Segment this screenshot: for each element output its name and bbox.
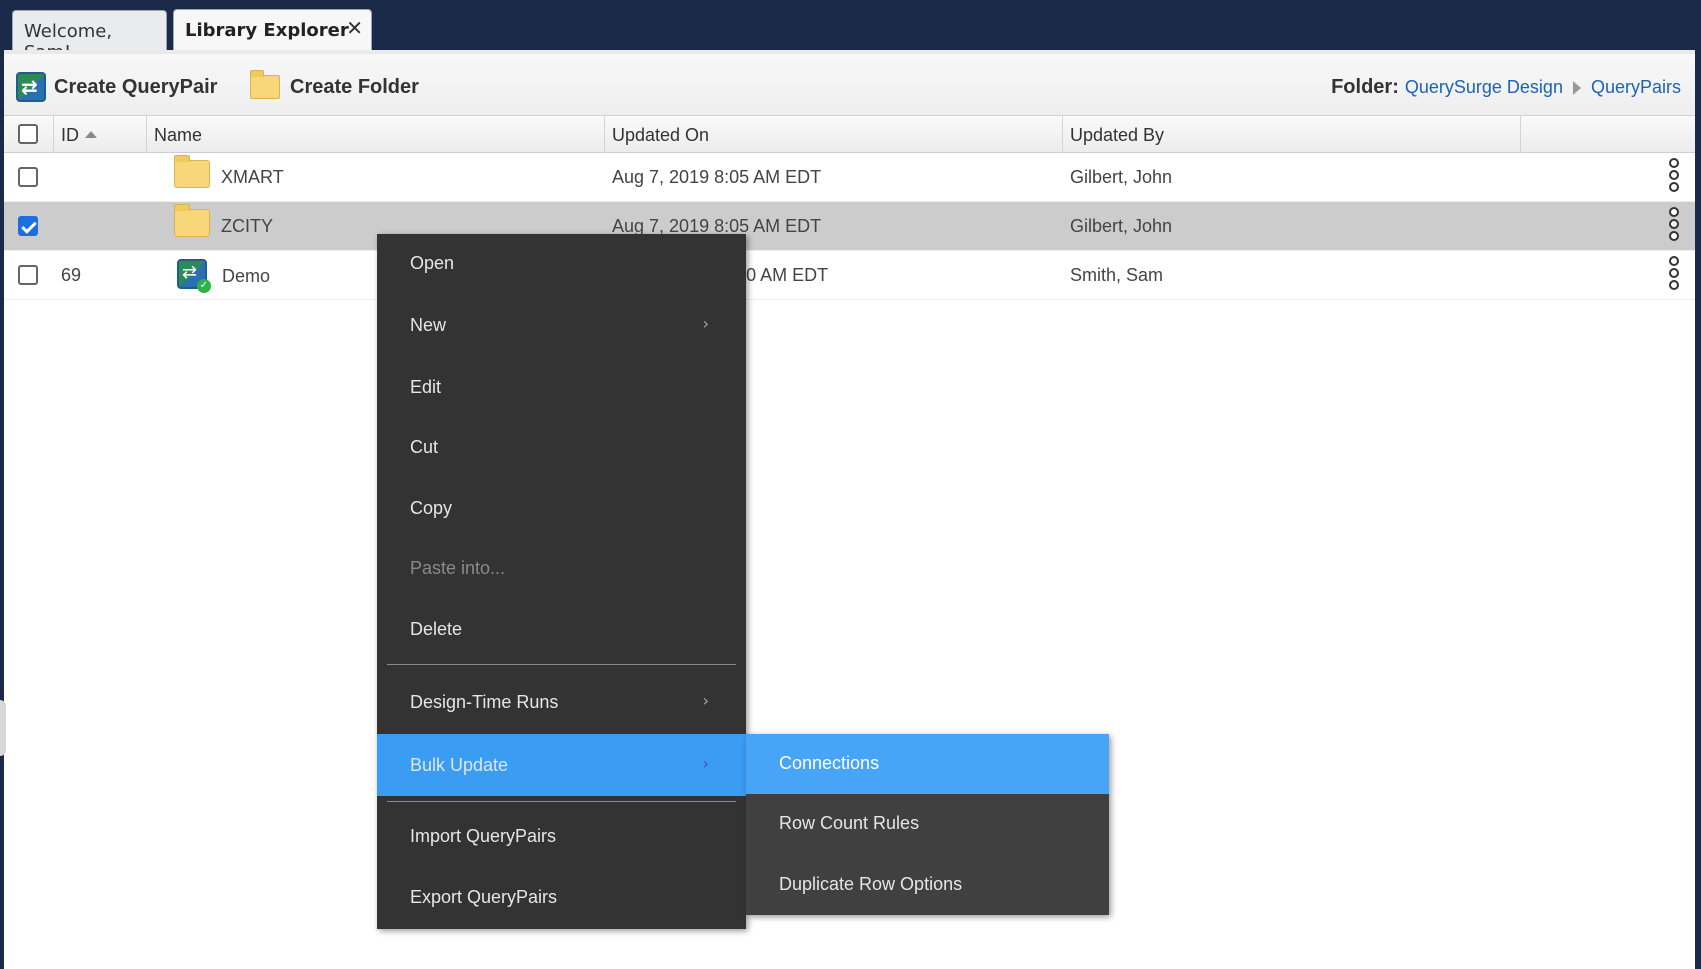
menu-item-edit[interactable]: Edit [377,358,746,416]
row-updated-by: Gilbert, John [1070,167,1173,187]
create-querypair-button[interactable]: Create QueryPair [16,72,217,102]
column-id-label: ID [61,125,79,145]
menu-item-import-querypairs[interactable]: Import QueryPairs [377,807,746,865]
submenu-item-row-count-rules[interactable]: Row Count Rules [746,794,1109,854]
querypair-icon [16,72,46,102]
row-updated-by: Smith, Sam [1070,265,1164,285]
menu-item-open[interactable]: Open [377,234,746,292]
menu-item-label: Cut [410,437,439,457]
column-header-updated-on[interactable]: Updated On [605,116,1063,153]
submenu-item-label: Duplicate Row Options [779,874,963,894]
menu-item-label: New [410,315,447,335]
row-actions-icon[interactable] [1669,256,1679,290]
row-name[interactable]: Demo [222,266,270,286]
header-select-all [4,116,54,153]
menu-item-label: Bulk Update [410,755,509,775]
menu-item-design-time-runs[interactable]: Design-Time Runs › [377,673,746,731]
menu-item-cut[interactable]: Cut [377,418,746,476]
row-name[interactable]: XMART [221,167,284,187]
sort-ascending-icon [85,131,97,138]
create-folder-label: Create Folder [290,75,419,98]
breadcrumb: Folder: QuerySurge Design QueryPairs [1331,76,1681,99]
menu-item-label: Delete [410,619,463,639]
submenu-item-label: Connections [779,753,880,773]
menu-item-label: Open [410,253,455,273]
row-actions-icon[interactable] [1669,158,1679,192]
column-name-label: Name [154,125,203,145]
row-checkbox[interactable] [18,167,38,187]
grid-header: ID Name Updated On Updated By [4,116,1695,153]
row-id: 69 [61,265,82,285]
menu-item-delete[interactable]: Delete [377,600,746,658]
tab-library-explorer-label: Library Explorer [185,20,349,41]
create-querypair-label: Create QueryPair [54,75,218,98]
row-updated-by: Gilbert, John [1070,216,1173,236]
submenu-item-duplicate-row-options[interactable]: Duplicate Row Options [746,855,1109,915]
tab-bar: Welcome, Sam! Library Explorer ✕ [0,0,1701,63]
table-row[interactable]: XMART Aug 7, 2019 8:05 AM EDT Gilbert, J… [4,153,1695,202]
menu-divider [387,801,736,802]
app-window: Welcome, Sam! Library Explorer ✕ Create … [0,0,1701,969]
menu-item-label: Import QueryPairs [410,826,557,846]
toolbar: Create QueryPair Create Folder Folder: Q… [4,50,1695,116]
row-name[interactable]: ZCITY [221,216,273,236]
column-updated-on-label: Updated On [612,125,710,145]
select-all-checkbox[interactable] [18,124,38,144]
column-header-id[interactable]: ID [54,116,147,153]
chevron-right-icon: › [702,314,709,333]
menu-item-new[interactable]: New › [377,296,746,354]
row-updated-on: Aug 7, 2019 8:05 AM EDT [612,167,822,187]
table-row[interactable]: ZCITY Aug 7, 2019 8:05 AM EDT Gilbert, J… [4,202,1695,251]
column-header-name[interactable]: Name [147,116,605,153]
row-name-cell: XMART [167,153,284,202]
close-icon[interactable]: ✕ [346,16,363,40]
chevron-right-icon: › [702,691,709,710]
breadcrumb-link-querysurge-design[interactable]: QuerySurge Design [1405,77,1563,98]
row-name-cell: ZCITY [167,202,273,251]
context-menu: Open New › Edit Cut Copy Paste into... De… [377,234,746,929]
folder-label: Folder: [1331,76,1399,98]
breadcrumb-separator-icon [1572,80,1581,95]
row-id [54,202,61,251]
row-checkbox[interactable] [18,265,38,285]
menu-item-label: Design-Time Runs [410,692,559,712]
column-updated-by-label: Updated By [1070,125,1165,145]
menu-item-label: Export QueryPairs [410,887,558,907]
bulk-update-submenu: Connections Row Count Rules Duplicate Ro… [746,734,1109,915]
folder-icon [250,70,280,99]
row-id [54,153,61,202]
column-header-updated-by[interactable]: Updated By [1063,116,1521,153]
menu-item-copy[interactable]: Copy [377,479,746,537]
tab-library-explorer[interactable]: Library Explorer ✕ [173,9,372,52]
row-checkbox[interactable] [18,216,38,236]
edge-handle [0,700,6,756]
menu-divider [387,664,736,665]
row-name-cell: Demo [170,251,270,300]
create-folder-button[interactable]: Create Folder [250,70,419,102]
chevron-right-icon: › [702,754,709,773]
menu-item-label: Edit [410,377,442,397]
breadcrumb-link-querypairs[interactable]: QueryPairs [1591,77,1681,98]
menu-item-label: Paste into... [410,558,506,578]
menu-item-bulk-update[interactable]: Bulk Update › [377,734,746,796]
tab-welcome[interactable]: Welcome, Sam! [12,10,167,63]
row-actions-icon[interactable] [1669,207,1679,241]
library-grid: ID Name Updated On Updated By XMART Aug … [4,116,1695,300]
menu-item-paste-into: Paste into... [377,539,746,597]
querypair-icon [177,259,211,293]
folder-icon [174,155,210,189]
submenu-item-label: Row Count Rules [779,813,920,833]
menu-item-export-querypairs[interactable]: Export QueryPairs [377,868,746,926]
folder-icon [174,204,210,238]
menu-item-label: Copy [410,498,453,518]
table-row[interactable]: 69 Demo Jun 24, 2026 8:20 AM EDT Smith, … [4,251,1695,300]
submenu-item-connections[interactable]: Connections [746,734,1109,794]
